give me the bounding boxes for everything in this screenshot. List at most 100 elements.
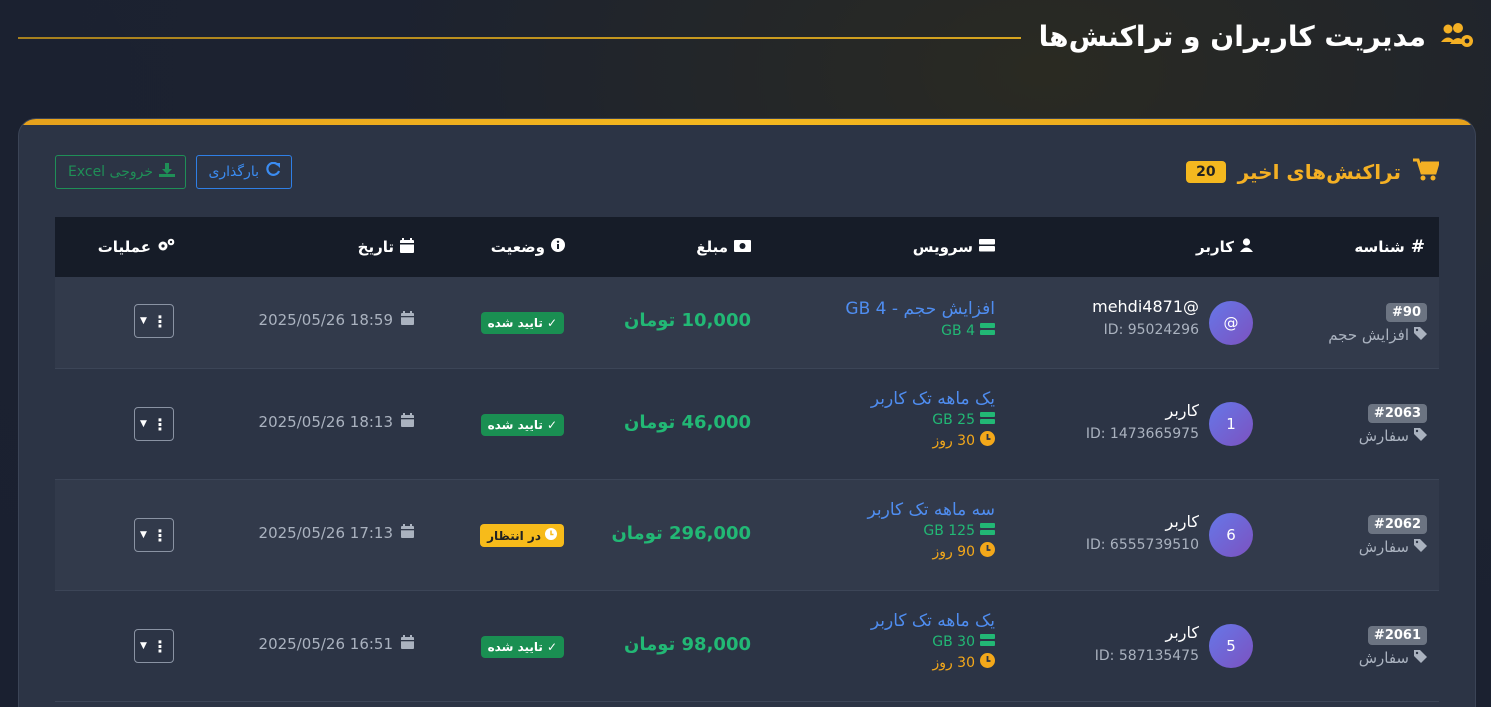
page-header: مدیریت کاربران و تراکنش‌ها	[18, 14, 1476, 58]
service-info: یک ماهه تک کاربر 30 GB 30 روز	[871, 611, 995, 672]
transaction-amount: 10,000 تومان	[623, 310, 751, 331]
service-volume: 4 GB	[845, 323, 995, 339]
status-badge: در انتظار	[480, 524, 564, 547]
transaction-id-badge: #2062	[1367, 515, 1427, 534]
header-amount: مبلغ	[696, 217, 751, 277]
transaction-type: افزایش حجم	[1287, 326, 1427, 344]
card-header: خروجی Excel بارگذاری تراکنش‌های اخیر 20	[55, 155, 1441, 191]
avatar: 1	[1209, 402, 1253, 446]
transaction-date: 2025/05/26 17:13	[259, 524, 414, 542]
clock-icon	[980, 653, 995, 672]
money-icon	[734, 238, 751, 256]
avatar: 6	[1209, 513, 1253, 557]
service-duration-label: 30 روز	[932, 654, 975, 671]
table-row[interactable]: #90 افزایش حجم @ mehdi4871@ ID: 95024296…	[55, 277, 1439, 369]
page-title: مدیریت کاربران و تراکنش‌ها	[1038, 19, 1426, 53]
user-id: ID: 6555739510	[1085, 537, 1199, 553]
user-info: mehdi4871@ ID: 95024296	[1092, 297, 1199, 338]
status-label: تایید شده	[487, 418, 543, 432]
service-volume-label: 125 GB	[923, 523, 975, 539]
header-actions-label: عملیات	[97, 238, 151, 256]
service-volume: 25 GB	[871, 412, 995, 428]
caret-down-icon: ▼	[140, 641, 147, 651]
header-divider	[18, 37, 1021, 39]
dots-icon: ⋮	[151, 525, 168, 545]
user-name: کاربر	[1165, 512, 1200, 531]
row-actions-button[interactable]: ▼ ⋮	[134, 407, 174, 441]
tag-icon	[1414, 326, 1427, 344]
transaction-id-badge: #90	[1386, 303, 1427, 322]
transaction-amount: 296,000 تومان	[611, 523, 751, 544]
service-info: افزایش حجم - 4 GB 4 GB	[845, 299, 995, 339]
date-label: 2025/05/26 16:51	[258, 635, 393, 653]
clock-icon	[545, 528, 557, 543]
user-info: کاربر ID: 6555739510	[1086, 512, 1199, 553]
tag-icon	[1414, 538, 1427, 556]
header-user: کاربر	[1196, 217, 1253, 277]
table-row[interactable]: #2063 سفارش 1 کاربر ID: 1473665975 یک ما…	[55, 369, 1439, 480]
user-id: ID: 587135475	[1094, 648, 1199, 664]
service-volume-label: 25 GB	[932, 412, 975, 428]
user-id: ID: 1473665975	[1085, 426, 1199, 442]
header-actions: عملیات	[98, 217, 175, 277]
dots-icon: ⋮	[151, 636, 168, 656]
caret-down-icon: ▼	[140, 530, 147, 540]
user-name: کاربر	[1165, 401, 1200, 420]
reload-button[interactable]: بارگذاری	[196, 155, 292, 189]
transaction-amount: 98,000 تومان	[623, 634, 751, 655]
server-icon	[980, 634, 995, 650]
row-actions-button[interactable]: ▼ ⋮	[134, 518, 174, 552]
transaction-type: سفارش	[1287, 427, 1427, 445]
download-icon	[159, 163, 175, 181]
service-title[interactable]: یک ماهه تک کاربر	[871, 389, 995, 409]
tag-icon	[1414, 649, 1427, 667]
service-title[interactable]: یک ماهه تک کاربر	[871, 611, 995, 631]
calendar-icon	[400, 237, 414, 257]
hash-icon: #	[1410, 237, 1425, 257]
row-actions-button[interactable]: ▼ ⋮	[134, 304, 174, 338]
check-icon: ✓	[546, 418, 557, 432]
calendar-icon	[401, 311, 414, 329]
transaction-type-label: افزایش حجم	[1328, 326, 1409, 344]
transaction-type-label: سفارش	[1358, 427, 1409, 445]
transaction-type: سفارش	[1287, 538, 1427, 556]
transactions-card: خروجی Excel بارگذاری تراکنش‌های اخیر 20 …	[18, 118, 1476, 707]
user-id: ID: 95024296	[1103, 322, 1199, 338]
user-name: mehdi4871@	[1092, 297, 1199, 316]
service-duration: 30 روز	[871, 431, 995, 450]
avatar: 5	[1209, 624, 1253, 668]
row-id-cell: #2061 سفارش	[1287, 624, 1427, 667]
caret-down-icon: ▼	[140, 316, 147, 326]
user-icon	[1240, 238, 1253, 256]
table-row[interactable]: #2061 سفارش 5 کاربر ID: 587135475 یک ماه…	[55, 591, 1439, 702]
card-accent-bar	[19, 119, 1475, 125]
row-id-cell: #2063 سفارش	[1287, 402, 1427, 445]
header-date: تاریخ	[358, 217, 414, 277]
reload-label: بارگذاری	[208, 164, 259, 180]
service-volume: 30 GB	[871, 634, 995, 650]
dots-icon: ⋮	[151, 414, 168, 434]
table-row[interactable]: #2062 سفارش 6 کاربر ID: 6555739510 سه ما…	[55, 480, 1439, 591]
row-actions-button[interactable]: ▼ ⋮	[134, 629, 174, 663]
server-icon	[980, 412, 995, 428]
service-duration: 90 روز	[868, 542, 995, 561]
header-status: وضعیت	[491, 217, 565, 277]
server-icon	[979, 238, 995, 256]
clock-icon	[980, 431, 995, 450]
header-service-label: سرویس	[912, 238, 973, 256]
status-label: تایید شده	[487, 316, 543, 330]
status-badge: ✓ تایید شده	[480, 636, 564, 658]
header-date-label: تاریخ	[357, 238, 394, 256]
tag-icon	[1414, 427, 1427, 445]
header-service: سرویس	[913, 217, 995, 277]
cogs-icon	[157, 238, 175, 256]
check-icon: ✓	[546, 640, 557, 654]
user-name: کاربر	[1165, 623, 1200, 642]
card-title-group: تراکنش‌های اخیر 20	[1186, 155, 1441, 189]
service-title[interactable]: افزایش حجم - 4 GB	[845, 299, 995, 319]
export-excel-button[interactable]: خروجی Excel	[55, 155, 186, 189]
service-title[interactable]: سه ماهه تک کاربر	[868, 500, 995, 520]
date-label: 2025/05/26 17:13	[258, 524, 393, 542]
header-id: # شناسه	[1354, 217, 1425, 277]
status-badge: ✓ تایید شده	[480, 414, 564, 436]
